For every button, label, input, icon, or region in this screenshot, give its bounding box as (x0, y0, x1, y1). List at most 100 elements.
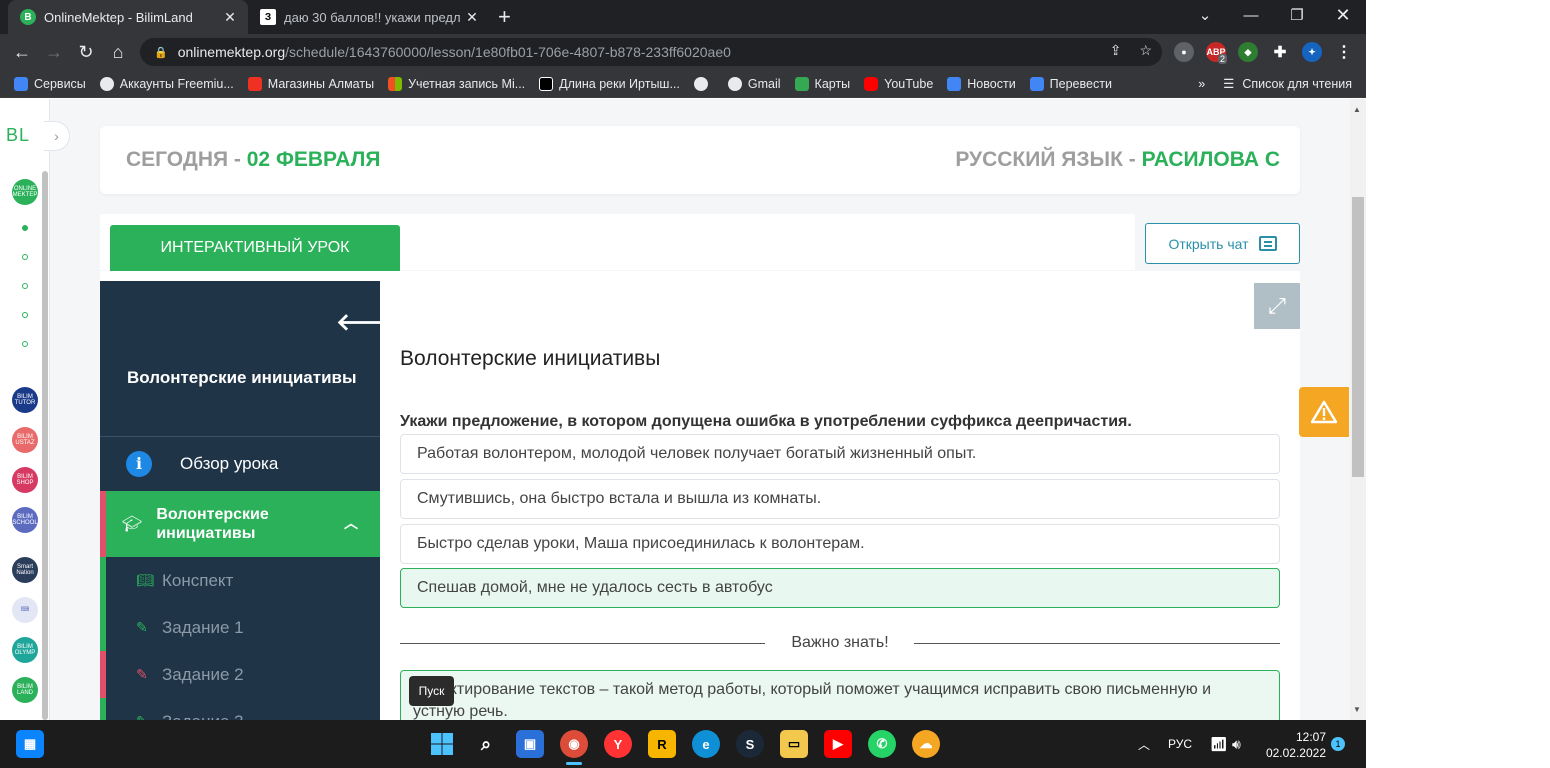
bilim-land-icon[interactable]: BILIM LAND (12, 677, 38, 703)
widgets-icon[interactable]: ▦ (16, 730, 44, 758)
yandex-browser-icon[interactable]: Y (604, 730, 632, 758)
chrome-icon[interactable]: ◉ (560, 730, 588, 758)
active-section-item[interactable]: 🎓︎ Волонтерские инициативы ︿ (100, 491, 380, 557)
news-icon (947, 76, 962, 91)
edit-icon: ✎ (136, 713, 152, 720)
scroll-down-icon[interactable]: ▼ (1353, 705, 1361, 714)
browser-tab-active[interactable]: B OnlineMektep - BilimLand ✕ (8, 0, 248, 34)
windows-taskbar: ▦ ⌕ ▣ ◉ Y R e S ▭ ▶ ✆ ☁ ︿ РУС 📶︎ 🔊︎ 12:0… (0, 720, 1366, 768)
keyboard-icon[interactable]: ⌨ (12, 597, 38, 623)
answer-option[interactable]: Быстро сделав уроки, Маша присоединилась… (400, 524, 1280, 564)
notification-badge[interactable]: 1 (1331, 737, 1345, 751)
bookmark-freemium[interactable]: Аккаунты Freemiu... (99, 76, 234, 91)
bookmark-gmail[interactable]: Gmail (727, 76, 781, 91)
bookmark-services[interactable]: Сервисы (14, 76, 86, 91)
answer-option-selected[interactable]: Спешав домой, мне не удалось сесть в авт… (400, 568, 1280, 608)
sidebar-item-summary[interactable]: 📖︎ Конспект (100, 557, 380, 604)
share-icon[interactable]: ⇪ (1110, 42, 1122, 59)
rail-expand-button[interactable]: › (44, 121, 70, 151)
chevron-up-icon[interactable]: ︿ (344, 513, 358, 533)
page-scrollbar[interactable]: ▲ ▼ (1350, 99, 1366, 720)
rail-dot[interactable] (22, 312, 28, 318)
bilim-tutor-icon[interactable]: BILIM TUTOR (12, 387, 38, 413)
whatsapp-icon[interactable]: ✆ (868, 730, 896, 758)
youtube-icon[interactable]: ▶ (824, 730, 852, 758)
answer-option[interactable]: Работая волонтером, молодой человек полу… (400, 434, 1280, 474)
bookmark-irtysh[interactable]: Длина реки Иртыш... (539, 76, 680, 91)
system-clock[interactable]: 12:07 02.02.2022 (1266, 729, 1326, 761)
edge-icon[interactable]: e (692, 730, 720, 758)
bilim-school-icon[interactable]: BILIM SCHOOL (12, 507, 38, 533)
reading-list-button[interactable]: Список для чтения (1242, 77, 1352, 91)
more-bookmarks-button[interactable]: » (1198, 77, 1205, 91)
file-explorer-icon[interactable]: ▭ (780, 730, 808, 758)
rail-dot[interactable] (22, 225, 28, 231)
sidebar-item-task-1[interactable]: ✎ Задание 1 (100, 604, 380, 651)
report-problem-button[interactable] (1299, 387, 1349, 437)
shield-extension-icon[interactable]: ◆ (1238, 42, 1258, 62)
home-button[interactable]: ⌂ (106, 40, 130, 64)
back-arrow-icon[interactable]: 🡐 (336, 307, 400, 337)
close-window-button[interactable]: ✕ (1320, 0, 1366, 30)
scroll-up-icon[interactable]: ▲ (1353, 105, 1361, 114)
fullscreen-button[interactable]: ⤢ (1254, 283, 1300, 329)
answer-option[interactable]: Смутившись, она быстро встала и вышла из… (400, 479, 1280, 519)
menu-icon[interactable]: ⋮ (1334, 42, 1354, 62)
tab-search-icon[interactable]: ⌄ (1182, 0, 1228, 30)
important-label: Важно знать! (791, 634, 889, 651)
input-language[interactable]: РУС (1168, 720, 1192, 768)
bookmark-star-icon[interactable]: ☆ (1139, 42, 1152, 59)
alfa-icon (247, 76, 262, 91)
sidebar-item-label: Задание 2 (162, 664, 244, 684)
bilimland-icon: B (20, 9, 36, 25)
wifi-icon[interactable]: 📶︎ (1210, 720, 1228, 768)
address-bar[interactable]: 🔒 onlinemektep.org/schedule/1643760000/l… (140, 38, 1162, 66)
rockstar-icon[interactable]: R (648, 730, 676, 758)
browser-tab[interactable]: З даю 30 баллов!! укажи предло ✕ (250, 0, 490, 34)
bookmark-youtube[interactable]: YouTube (864, 76, 933, 91)
sidebar-item-task-3[interactable]: ✎ Задание 3 (100, 698, 380, 720)
rail-dot[interactable] (22, 283, 28, 289)
rail-dot[interactable] (22, 341, 28, 347)
tab-interactive-lesson[interactable]: ИНТЕРАКТИВНЫЙ УРОК (110, 225, 400, 271)
smart-nation-icon[interactable]: Smart Nation (12, 557, 38, 583)
online-mektep-icon[interactable]: ONLINE MEKTEP (12, 179, 38, 205)
rail-scrollbar[interactable] (42, 171, 48, 720)
open-chat-button[interactable]: Открыть чат (1145, 223, 1300, 264)
extension-icon[interactable]: ● (1174, 42, 1194, 62)
tab-title: даю 30 баллов!! укажи предло (284, 9, 460, 25)
minimize-button[interactable]: — (1228, 0, 1274, 30)
close-tab-icon[interactable]: ✕ (218, 9, 242, 26)
bookmark-globe[interactable] (693, 76, 714, 91)
bilim-ustaz-icon[interactable]: BILIM USTAZ (12, 427, 38, 453)
rail-dot[interactable] (22, 254, 28, 260)
bookmark-almaty-shops[interactable]: Магазины Алматы (247, 76, 374, 91)
start-button[interactable] (428, 730, 456, 758)
steam-icon[interactable]: S (736, 730, 764, 758)
bilim-shop-icon[interactable]: BILIM SHOP (12, 467, 38, 493)
volume-icon[interactable]: 🔊︎ (1232, 720, 1241, 768)
tray-overflow-icon[interactable]: ︿ (1138, 720, 1150, 768)
chat-icon (1258, 236, 1277, 251)
restore-button[interactable]: ❐ (1274, 0, 1320, 30)
search-icon[interactable]: ⌕ (472, 730, 500, 758)
new-tab-button[interactable]: + (498, 5, 511, 29)
store-icon[interactable]: ▣ (516, 730, 544, 758)
sidebar-item-task-2[interactable]: ✎ Задание 2 (100, 651, 380, 698)
bilim-olymp-icon[interactable]: BILIM OLYMP (12, 637, 38, 663)
back-button[interactable]: ← (10, 40, 34, 64)
bookmark-maps[interactable]: Карты (794, 76, 850, 91)
close-tab-icon[interactable]: ✕ (460, 9, 484, 26)
today-prefix: СЕГОДНЯ - (126, 148, 247, 171)
scrollbar-thumb[interactable] (1352, 197, 1364, 477)
forward-button[interactable]: → (42, 40, 66, 64)
znanija-icon (539, 76, 554, 91)
profile-avatar[interactable]: ✦ (1302, 42, 1322, 62)
bookmark-microsoft-account[interactable]: Учетная запись Mi... (388, 76, 525, 91)
bookmark-news[interactable]: Новости (947, 76, 1016, 91)
bookmark-translate[interactable]: Перевести (1029, 76, 1112, 91)
weather-icon[interactable]: ☁ (912, 730, 940, 758)
reload-button[interactable]: ↻ (74, 40, 98, 64)
lesson-overview-item[interactable]: i Обзор урока (100, 437, 380, 490)
extensions-puzzle-icon[interactable]: ✚ (1270, 42, 1290, 62)
